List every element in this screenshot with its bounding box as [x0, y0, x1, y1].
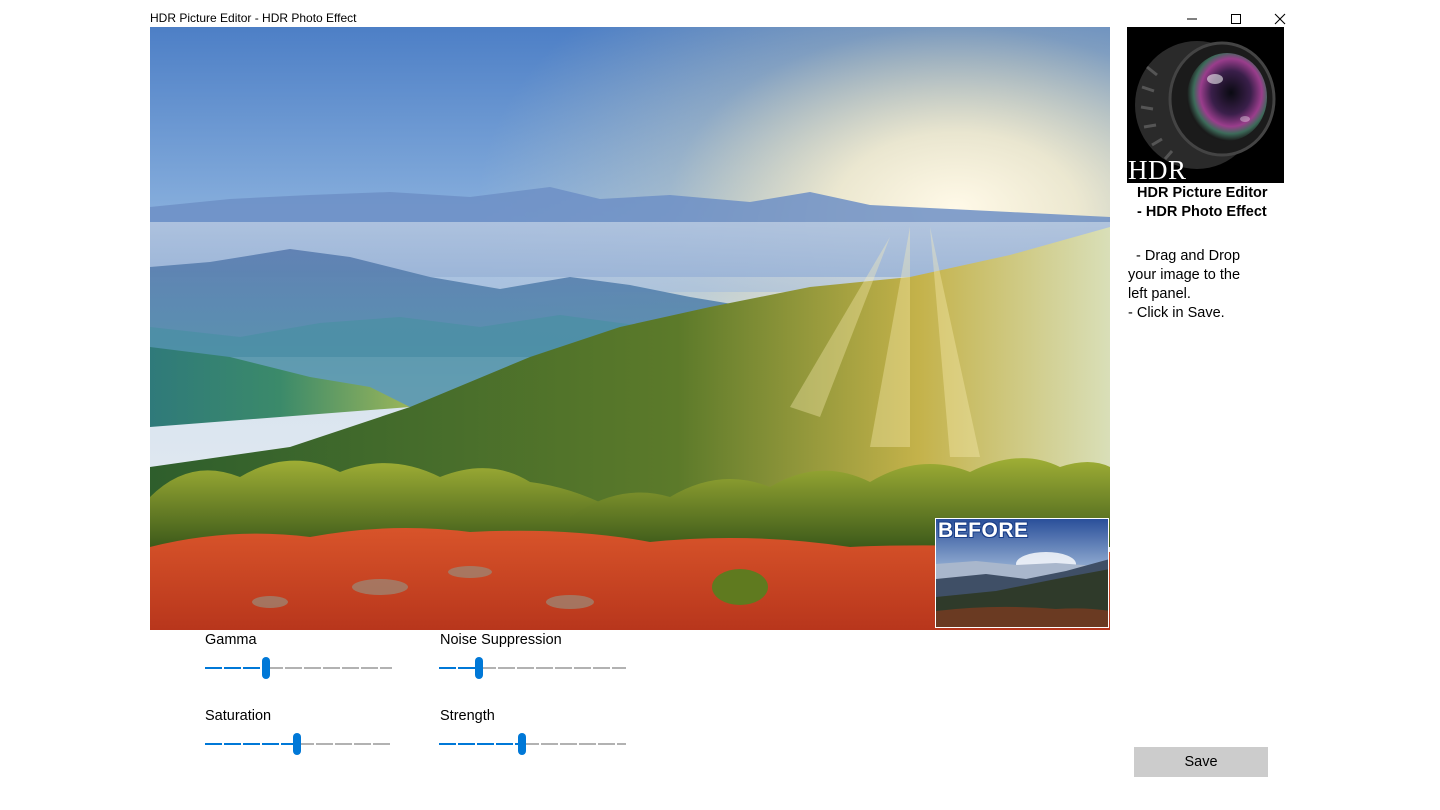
logo-text: HDR — [1128, 155, 1187, 183]
app-heading: HDR Picture Editor - HDR Photo Effect — [1137, 185, 1268, 220]
slider-thumb[interactable] — [475, 657, 483, 679]
slider-thumb[interactable] — [293, 733, 301, 755]
slider-thumb[interactable] — [262, 657, 270, 679]
slider-track — [205, 733, 392, 755]
slider-track — [439, 657, 626, 679]
saturation-slider[interactable] — [205, 732, 392, 756]
noise-suppression-slider[interactable] — [439, 656, 626, 680]
minimize-icon — [1187, 18, 1197, 20]
gamma-label: Gamma — [205, 632, 257, 648]
before-label: BEFORE — [938, 519, 1029, 542]
slider-track — [205, 657, 392, 679]
maximize-icon — [1231, 14, 1241, 24]
window-title: HDR Picture Editor - HDR Photo Effect — [150, 11, 357, 25]
gamma-slider[interactable] — [205, 656, 392, 680]
noise-suppression-label: Noise Suppression — [440, 632, 562, 648]
before-preview-thumbnail: BEFORE — [935, 518, 1109, 628]
strength-label: Strength — [440, 708, 495, 724]
image-drop-panel[interactable]: BEFORE — [150, 27, 1110, 630]
saturation-label: Saturation — [205, 708, 272, 724]
close-icon — [1274, 13, 1286, 25]
app-logo: HDR — [1127, 27, 1284, 183]
slider-track — [439, 733, 626, 755]
instructions-text: - Drag and Drop your image to the left p… — [1128, 248, 1241, 321]
slider-thumb[interactable] — [518, 733, 526, 755]
save-button[interactable]: Save — [1134, 747, 1268, 777]
strength-slider[interactable] — [439, 732, 626, 756]
